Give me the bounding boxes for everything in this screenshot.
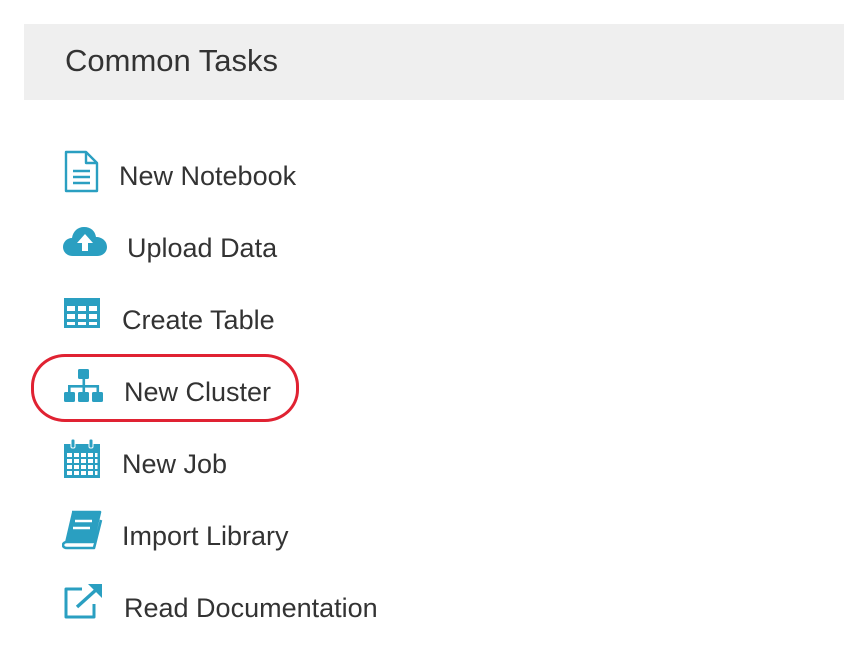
task-import-library[interactable]: Import Library — [62, 510, 312, 560]
cluster-icon — [62, 366, 112, 416]
table-icon — [62, 294, 112, 344]
external-link-icon — [62, 582, 112, 632]
task-label: Import Library — [122, 521, 289, 551]
task-label: New Notebook — [119, 161, 297, 191]
task-label: New Cluster — [124, 377, 272, 407]
cloud-upload-icon — [62, 222, 112, 272]
task-new-notebook[interactable]: New Notebook — [62, 150, 322, 200]
notebook-icon — [62, 150, 112, 200]
task-create-table[interactable]: Create Table — [62, 294, 302, 344]
book-icon — [62, 510, 112, 560]
task-label: Upload Data — [127, 233, 278, 263]
task-new-job[interactable]: New Job — [62, 438, 262, 488]
task-upload-data[interactable]: Upload Data — [62, 222, 302, 272]
task-label: Read Documentation — [124, 593, 378, 623]
task-new-cluster[interactable]: New Cluster — [62, 366, 292, 416]
task-list: New Notebook Upload Data Create Table Ne… — [0, 0, 856, 659]
calendar-icon — [62, 438, 112, 488]
task-label: Create Table — [122, 305, 275, 335]
task-label: New Job — [122, 449, 228, 479]
task-read-documentation[interactable]: Read Documentation — [62, 582, 392, 632]
